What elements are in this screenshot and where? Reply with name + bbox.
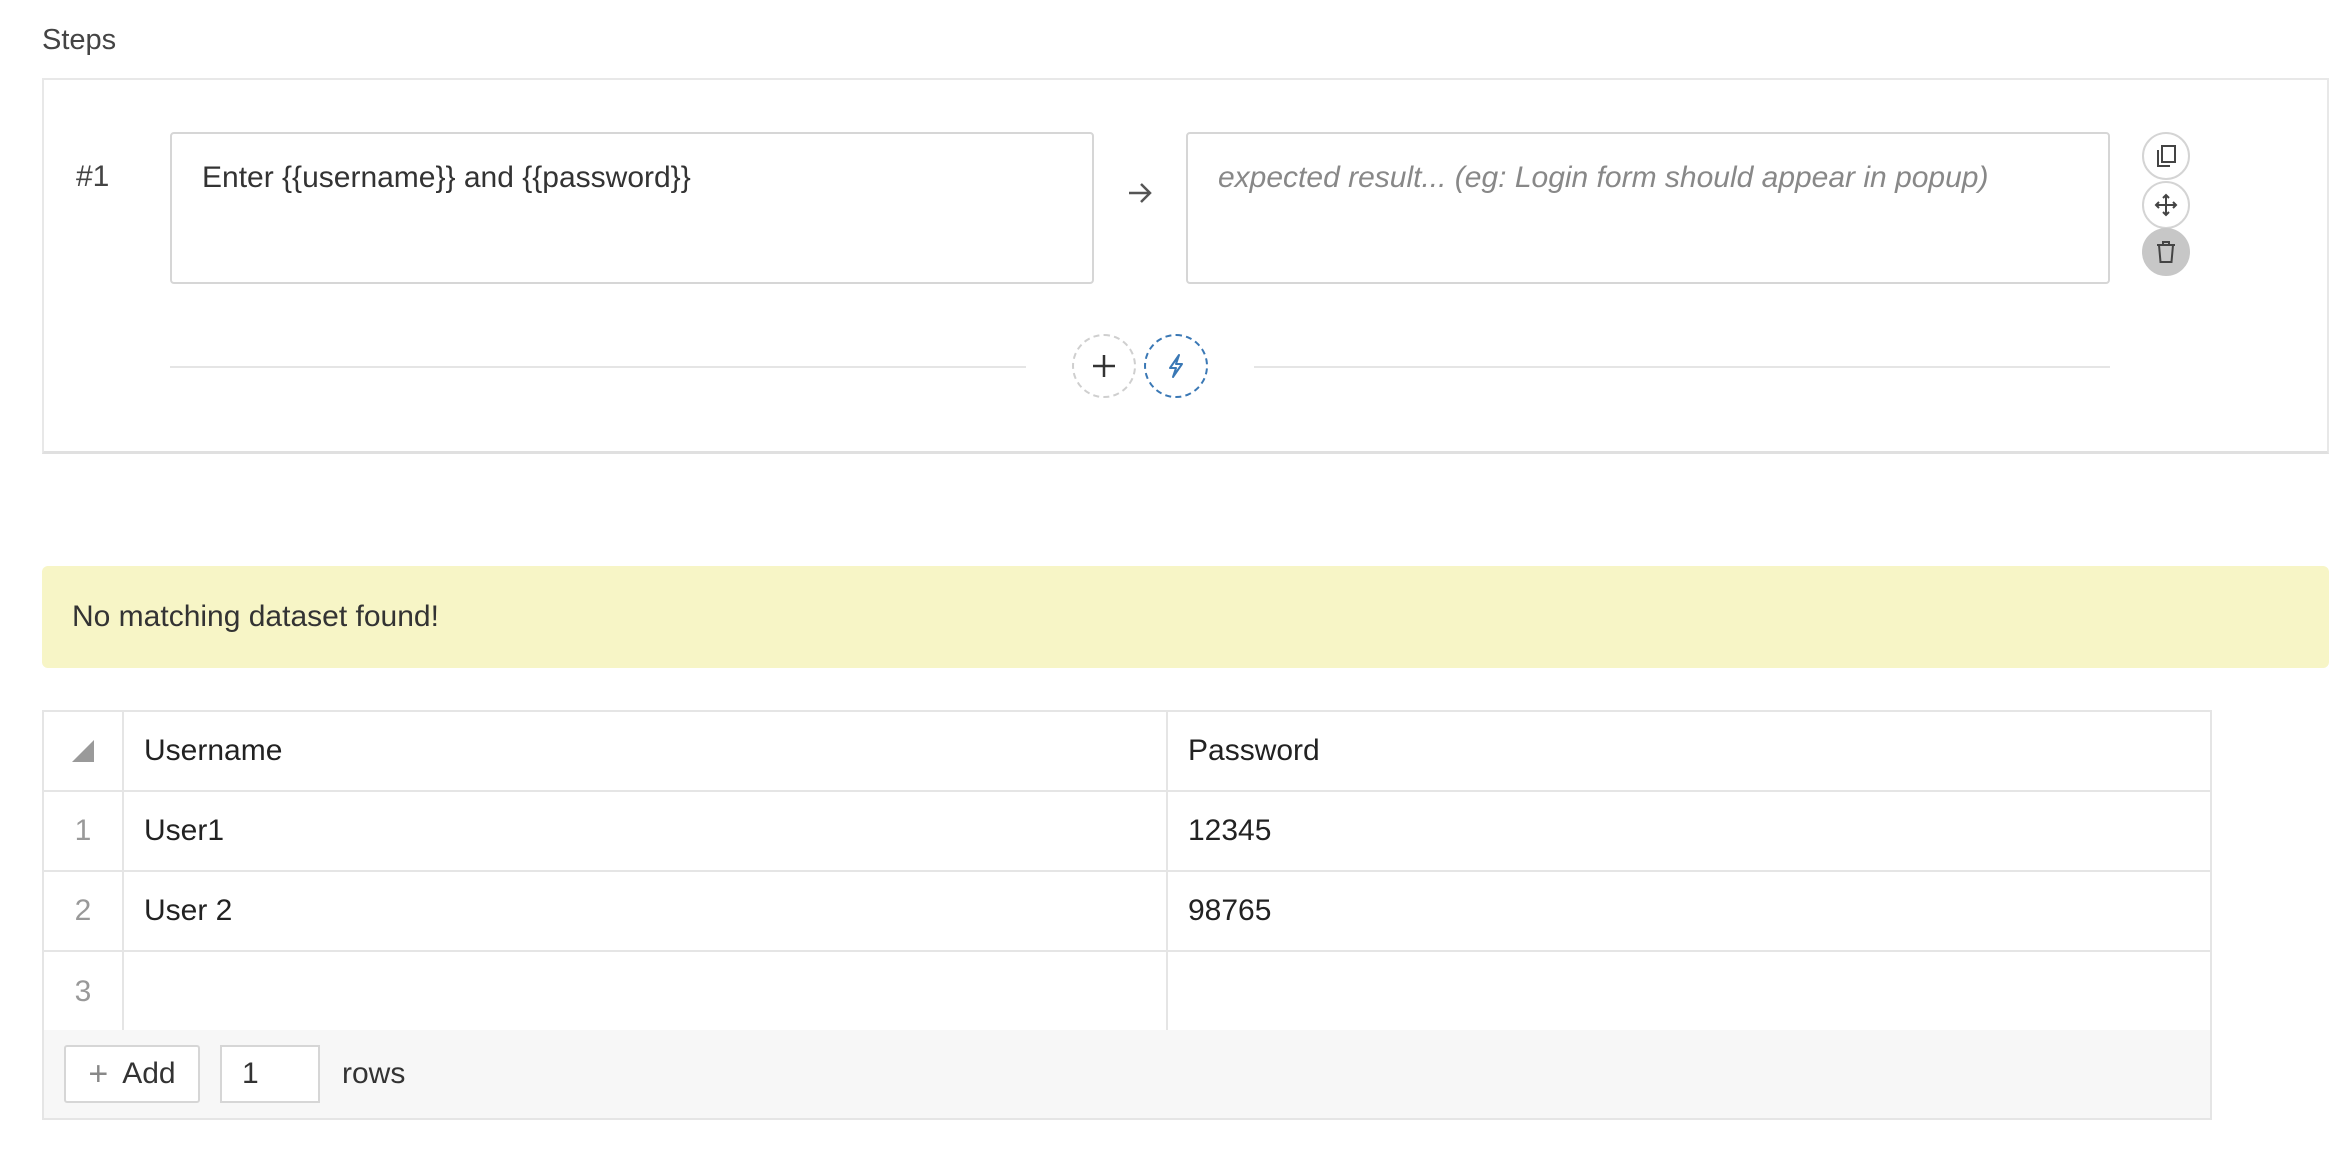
move-icon: [2154, 193, 2178, 217]
column-header-username[interactable]: Username: [124, 712, 1168, 790]
plus-icon: [1093, 355, 1115, 377]
add-rows-label: Add: [122, 1057, 176, 1090]
steps-panel: #1 Enter {{username}} and {{password}} e…: [42, 78, 2329, 454]
generate-step-button[interactable]: [1144, 334, 1208, 398]
move-step-button[interactable]: [2142, 181, 2190, 229]
expected-result-input[interactable]: expected result... (eg: Login form shoul…: [1186, 132, 2110, 284]
username-cell[interactable]: User1: [124, 792, 1168, 870]
corner-triangle-icon: [72, 740, 94, 762]
copy-step-button[interactable]: [2142, 132, 2190, 180]
table-row: 3: [44, 952, 2210, 1032]
arrow-right-icon: [1129, 183, 1152, 203]
rows-label: rows: [342, 1057, 406, 1090]
dataset-table: Username Password 1 User1 12345 2 User 2…: [42, 710, 2212, 1034]
step-divider-left: [170, 366, 1026, 368]
username-cell[interactable]: [124, 952, 1168, 1032]
alert-message: No matching dataset found!: [72, 600, 439, 633]
steps-section-label: Steps: [42, 24, 117, 56]
select-all-corner[interactable]: [44, 712, 124, 790]
no-dataset-alert: No matching dataset found!: [42, 566, 2329, 668]
table-row: 1 User1 12345: [44, 792, 2210, 872]
delete-step-button[interactable]: [2142, 228, 2190, 276]
row-index[interactable]: 2: [44, 872, 124, 950]
password-cell[interactable]: [1168, 952, 2210, 1032]
lightning-icon: [1169, 354, 1183, 378]
row-index[interactable]: 3: [44, 952, 124, 1032]
column-header-password[interactable]: Password: [1168, 712, 2210, 790]
step-divider-right: [1254, 366, 2110, 368]
table-row: 2 User 2 98765: [44, 872, 2210, 952]
trash-icon: [2157, 241, 2175, 263]
rows-count-input[interactable]: 1: [220, 1045, 320, 1103]
table-footer: + Add 1 rows: [42, 1030, 2212, 1120]
table-header-row: Username Password: [44, 712, 2210, 792]
password-cell[interactable]: 98765: [1168, 872, 2210, 950]
step-action-input[interactable]: Enter {{username}} and {{password}}: [170, 132, 1094, 284]
password-cell[interactable]: 12345: [1168, 792, 2210, 870]
copy-icon: [2157, 145, 2176, 167]
row-index[interactable]: 1: [44, 792, 124, 870]
add-step-button[interactable]: [1072, 334, 1136, 398]
username-cell[interactable]: User 2: [124, 872, 1168, 950]
add-rows-button[interactable]: + Add: [64, 1045, 200, 1103]
step-number: #1: [76, 160, 110, 193]
plus-icon: +: [88, 1055, 109, 1093]
